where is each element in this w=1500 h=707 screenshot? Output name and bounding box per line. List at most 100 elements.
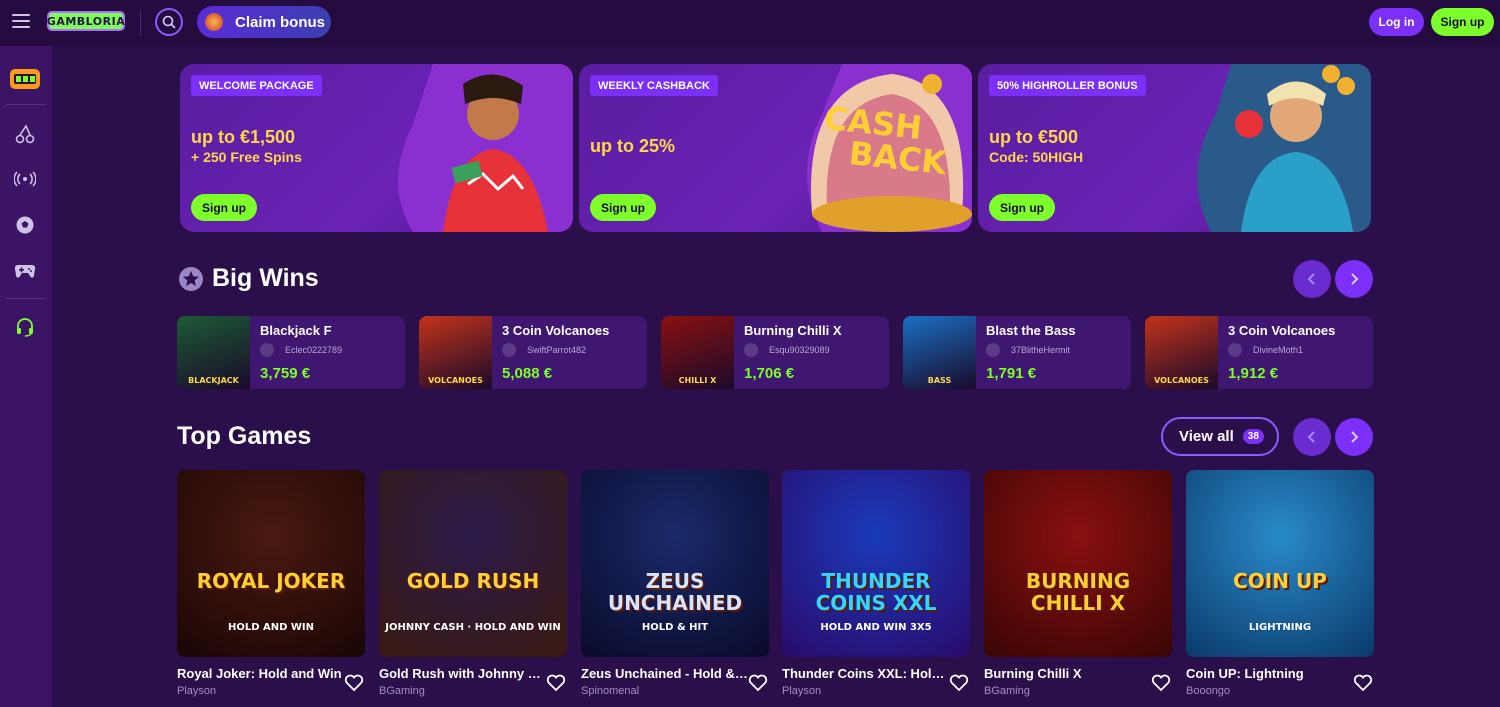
heart-icon[interactable]	[1151, 674, 1171, 692]
soccer-ball-icon[interactable]	[12, 212, 38, 238]
big-wins-next-button[interactable]	[1335, 260, 1373, 298]
promo-subline: + 250 Free Spins	[191, 149, 302, 165]
big-win-card[interactable]: VOLCANOES 3 Coin Volcanoes SwiftParrot482 5…	[419, 316, 647, 389]
gamepad-icon[interactable]	[12, 257, 38, 283]
game-art-subtitle: HOLD AND WIN	[227, 622, 315, 633]
site-logo[interactable]: GAMBLORIA	[47, 11, 125, 31]
game-thumbnail[interactable]: VOLCANOES	[419, 316, 492, 389]
game-art-subtitle: JOHNNY CASH · HOLD AND WIN	[385, 622, 561, 633]
menu-icon[interactable]	[12, 14, 30, 30]
thumbnail-title: VOLCANOES	[428, 376, 483, 385]
view-all-label: View all	[1179, 428, 1234, 445]
slot-machine-icon[interactable]	[9, 66, 41, 92]
promo-signup-button[interactable]: Sign up	[989, 194, 1055, 221]
game-name[interactable]: Royal Joker: Hold and Win	[177, 666, 345, 681]
big-wins-title: Big Wins	[212, 264, 319, 292]
game-tile[interactable]: THUNDER COINS XXL HOLD AND WIN 3X5 Thunder…	[782, 470, 970, 697]
promo-character-image	[1197, 64, 1371, 232]
big-win-card[interactable]: BLACKJACK Blackjack F Eclec0222789 3,759 €	[177, 316, 405, 389]
game-thumbnail[interactable]: BURNING CHILLI X	[984, 470, 1172, 657]
win-username: SwiftParrot482	[527, 345, 587, 355]
user-avatar	[744, 343, 758, 357]
game-name[interactable]: Gold Rush with Johnny Cash	[379, 666, 547, 681]
game-art-subtitle: HOLD & HIT	[641, 622, 709, 633]
game-art-subtitle: LIGHTNING	[1248, 622, 1312, 633]
top-games-next-button[interactable]	[1335, 418, 1373, 456]
game-thumbnail[interactable]: ZEUS UNCHAINED HOLD & HIT	[581, 470, 769, 657]
heart-icon[interactable]	[949, 674, 969, 692]
chevron-right-icon	[1351, 431, 1359, 443]
heart-icon[interactable]	[546, 674, 566, 692]
claim-bonus-label: Claim bonus	[235, 13, 326, 31]
game-thumbnail[interactable]: BASS	[903, 316, 976, 389]
login-button[interactable]: Log in	[1369, 8, 1424, 36]
game-art-title: GOLD RUSH	[406, 569, 540, 593]
win-game-name: Burning Chilli X	[744, 323, 842, 338]
game-name[interactable]: Coin UP: Lightning	[1186, 666, 1354, 681]
heart-icon[interactable]	[748, 674, 768, 692]
game-art-title: BURNING CHILLI X	[1025, 569, 1131, 615]
promo-headline: up to €500	[989, 127, 1079, 147]
big-wins-prev-button[interactable]	[1293, 260, 1331, 298]
game-thumbnail[interactable]: ROYAL JOKER HOLD AND WIN	[177, 470, 365, 657]
win-username: DivineMoth1	[1253, 345, 1304, 355]
top-games-title: Top Games	[177, 422, 312, 450]
top-bar: GAMBLORIA Claim bonus Log in Sign up	[0, 0, 1500, 46]
big-win-card[interactable]: VOLCANOES 3 Coin Volcanoes DivineMoth1 1,91…	[1145, 316, 1373, 389]
game-name[interactable]: Burning Chilli X	[984, 666, 1152, 681]
heart-icon[interactable]	[1353, 674, 1373, 692]
promo-subline: Code: 50HIGH	[989, 149, 1084, 165]
promo-highroller-bonus[interactable]: 50% HIGHROLLER BONUS up to €500 Code: 50…	[978, 64, 1371, 232]
game-thumbnail[interactable]: CHILLI X	[661, 316, 734, 389]
chevron-right-icon	[1351, 273, 1359, 285]
live-broadcast-icon[interactable]	[12, 166, 38, 192]
game-tile[interactable]: GOLD RUSH JOHNNY CASH · HOLD AND WIN Gold …	[379, 470, 567, 697]
game-thumbnail[interactable]: BLACKJACK	[177, 316, 250, 389]
thumbnail-title: VOLCANOES	[1154, 376, 1209, 385]
game-tile[interactable]: ZEUS UNCHAINED HOLD & HIT Zeus Unchained -…	[581, 470, 769, 697]
win-username: Esqu90329089	[769, 345, 830, 355]
promo-tag: WELCOME PACKAGE	[191, 75, 322, 96]
thumbnail-title: BASS	[927, 376, 952, 385]
big-win-card[interactable]: BASS Blast the Bass 37BlitheHermit 1,791 €	[903, 316, 1131, 389]
headset-icon[interactable]	[12, 314, 38, 340]
promo-headline: up to 25%	[590, 136, 676, 156]
signup-button[interactable]: Sign up	[1431, 8, 1494, 36]
win-amount: 1,912 €	[1228, 365, 1279, 382]
heart-icon[interactable]	[344, 674, 364, 692]
search-button[interactable]	[155, 8, 183, 36]
promo-welcome-package[interactable]: WELCOME PACKAGE up to €1,500 + 250 Free …	[180, 64, 573, 232]
promo-weekly-cashback[interactable]: CASH BACK WEEKLY CASHBACK up to 25% Sign…	[579, 64, 972, 232]
game-name[interactable]: Thunder Coins XXL: Hold and Win	[782, 666, 950, 681]
top-games-prev-button[interactable]	[1293, 418, 1331, 456]
promo-headline: up to €1,500	[191, 127, 296, 147]
claim-bonus-button[interactable]: Claim bonus	[197, 6, 331, 38]
big-win-card[interactable]: CHILLI X Burning Chilli X Esqu90329089 1,70…	[661, 316, 889, 389]
cherry-icon[interactable]	[12, 121, 38, 147]
promo-signup-button[interactable]: Sign up	[191, 194, 257, 221]
win-game-name: 3 Coin Volcanoes	[1228, 323, 1336, 338]
promo-tag: 50% HIGHROLLER BONUS	[989, 75, 1146, 96]
game-provider: Playson	[177, 685, 217, 697]
games-count-badge: 38	[1242, 429, 1264, 444]
win-game-name: 3 Coin Volcanoes	[502, 323, 610, 338]
promo-character-image	[398, 64, 573, 232]
win-game-name: Blackjack F	[260, 323, 332, 338]
game-name[interactable]: Zeus Unchained - Hold & Hit	[581, 666, 749, 681]
game-art-title: ZEUS UNCHAINED	[607, 569, 743, 615]
user-avatar	[260, 343, 274, 357]
view-all-button[interactable]: View all 38	[1161, 417, 1279, 456]
game-thumbnail[interactable]: COIN UP LIGHTNING	[1186, 470, 1374, 657]
sidebar-divider	[6, 298, 46, 299]
thumbnail-title: CHILLI X	[678, 376, 717, 385]
win-game-name: Blast the Bass	[986, 323, 1076, 338]
game-thumbnail[interactable]: THUNDER COINS XXL HOLD AND WIN 3X5	[782, 470, 970, 657]
game-tile[interactable]: BURNING CHILLI X Burning Chilli X BGaming	[984, 470, 1172, 697]
game-tile[interactable]: ROYAL JOKER HOLD AND WIN Royal Joker: Hold…	[177, 470, 365, 697]
game-tile[interactable]: COIN UP LIGHTNING Coin UP: Lightning Booong…	[1186, 470, 1374, 697]
game-thumbnail[interactable]: VOLCANOES	[1145, 316, 1218, 389]
game-thumbnail[interactable]: GOLD RUSH JOHNNY CASH · HOLD AND WIN	[379, 470, 567, 657]
game-art-title: ROYAL JOKER	[196, 569, 346, 593]
promo-tag: WEEKLY CASHBACK	[590, 75, 718, 96]
promo-signup-button[interactable]: Sign up	[590, 194, 656, 221]
